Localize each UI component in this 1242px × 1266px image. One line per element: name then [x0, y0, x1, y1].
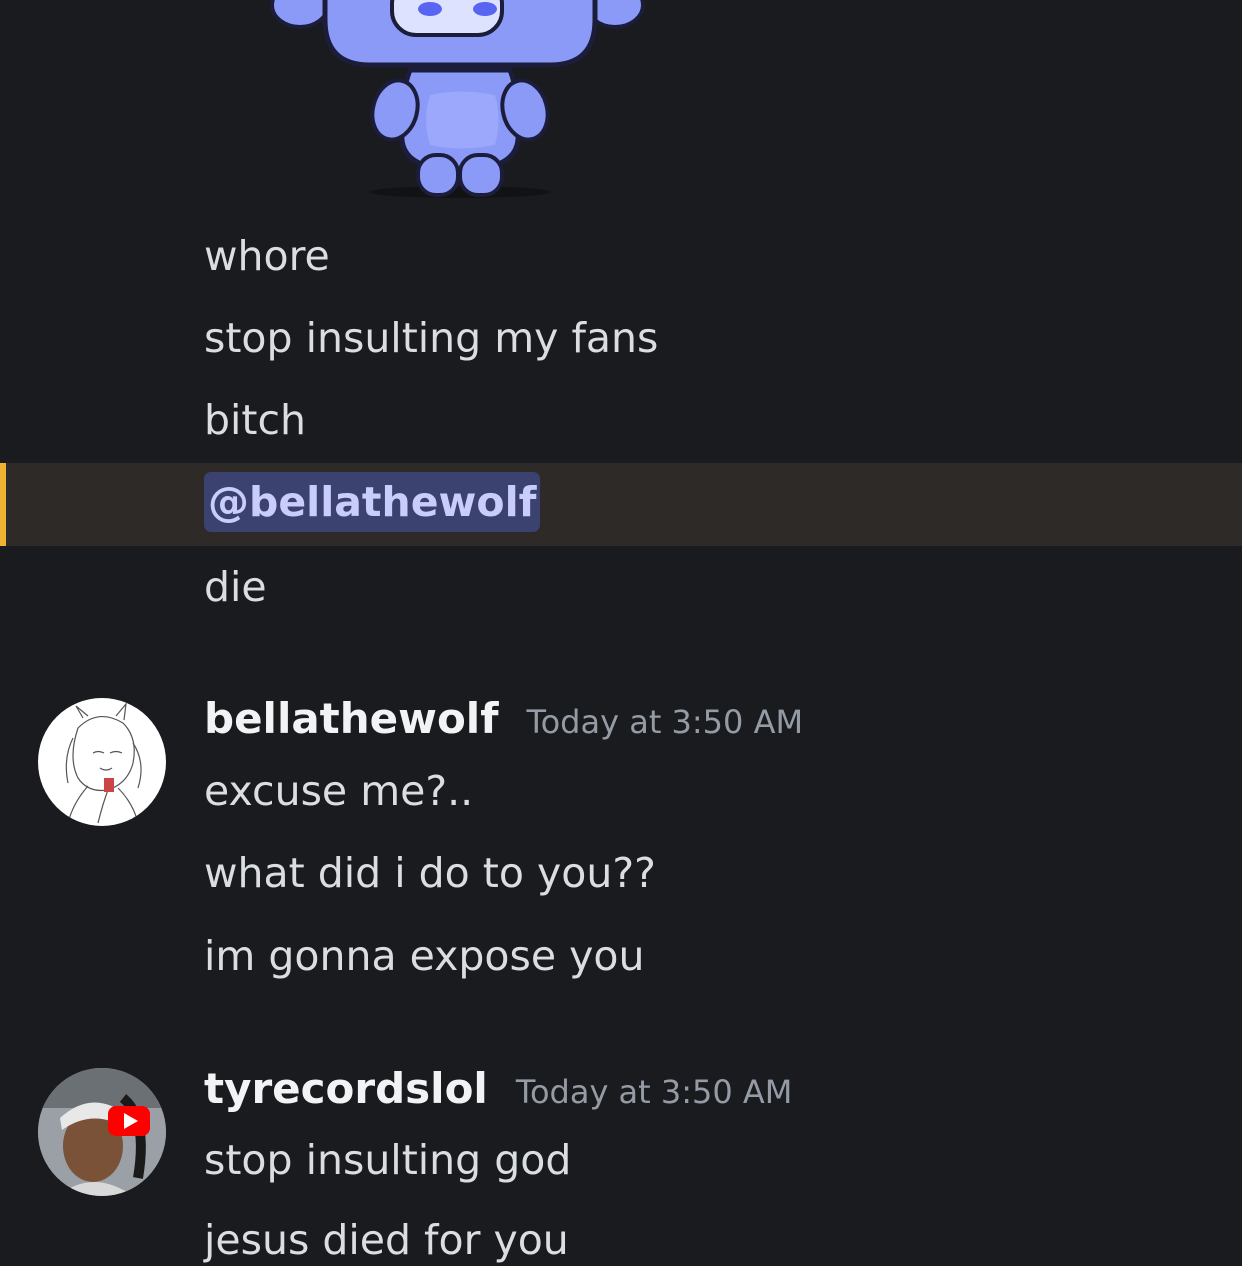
avatar[interactable] [38, 1068, 166, 1196]
message-text: jesus died for you [204, 1216, 569, 1264]
photo-avatar-icon [38, 1068, 166, 1196]
user-mention[interactable]: @bellathewolf [204, 472, 541, 532]
message-text: bitch [204, 396, 307, 444]
username[interactable]: tyrecordslol [204, 1064, 488, 1113]
mentioned-message-row[interactable] [0, 463, 1242, 546]
message-text: whore [204, 232, 330, 280]
message-text: what did i do to you?? [204, 849, 656, 897]
timestamp: Today at 3:50 AM [515, 1073, 793, 1111]
username[interactable]: bellathewolf [204, 694, 498, 743]
message-text: stop insulting my fans [204, 314, 659, 362]
message-text: excuse me?.. [204, 767, 474, 815]
mention-highlight-bar [0, 463, 6, 546]
message-header: tyrecordslol Today at 3:50 AM [204, 1064, 792, 1113]
avatar[interactable] [38, 698, 166, 826]
message-text: die [204, 563, 267, 611]
message-text: im gonna expose you [204, 932, 645, 980]
message-header: bellathewolf Today at 3:50 AM [204, 694, 803, 743]
wumpus-sticker-icon [270, 0, 645, 198]
timestamp: Today at 3:50 AM [526, 703, 804, 741]
sketch-avatar-icon [65, 702, 142, 824]
message-text: stop insulting god [204, 1136, 572, 1184]
